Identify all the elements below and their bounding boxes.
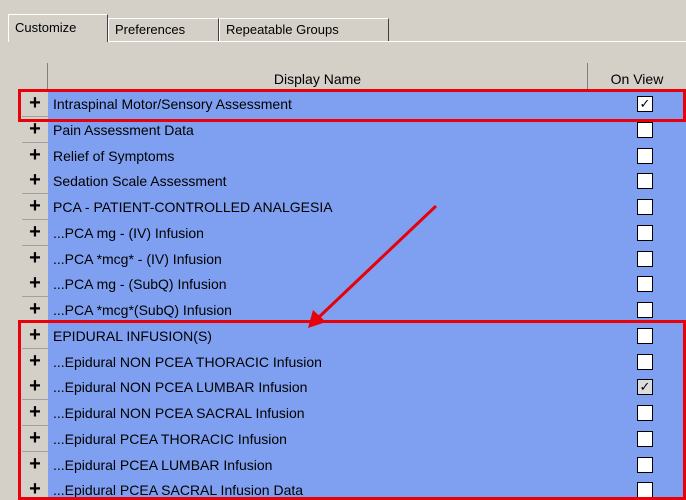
on-view-checkbox[interactable]: [637, 302, 653, 318]
header-corner: [22, 63, 48, 89]
expand-button[interactable]: +: [22, 425, 48, 452]
table-row[interactable]: + ...PCA mg - (SubQ) Infusion: [22, 271, 686, 298]
table-row[interactable]: + ...Epidural PCEA THORACIC Infusion: [22, 425, 686, 452]
expand-button[interactable]: +: [22, 142, 48, 169]
table-row[interactable]: + ...PCA *mcg*(SubQ) Infusion: [22, 297, 686, 323]
row-display-name: ...Epidural PCEA SACRAL Infusion Data: [53, 482, 304, 499]
expand-button[interactable]: +: [22, 194, 48, 220]
expand-button[interactable]: +: [22, 168, 48, 195]
table-row[interactable]: + ...Epidural NON PCEA LUMBAR Infusion ✓: [22, 374, 686, 401]
expand-button[interactable]: +: [22, 400, 48, 426]
table-row[interactable]: + Relief of Symptoms: [22, 142, 686, 169]
expand-button[interactable]: +: [22, 477, 48, 500]
expand-button[interactable]: +: [22, 322, 48, 349]
on-view-checkbox[interactable]: [637, 250, 653, 267]
check-mark-icon: ✓: [639, 96, 651, 111]
tab-divider: [8, 41, 686, 42]
row-display-name: Sedation Scale Assessment: [53, 173, 227, 190]
expand-button[interactable]: +: [22, 374, 48, 401]
on-view-checkbox[interactable]: [637, 456, 653, 473]
on-view-checkbox[interactable]: [637, 173, 653, 190]
row-display-name: ...Epidural PCEA THORACIC Infusion: [53, 430, 287, 447]
on-view-checkbox[interactable]: [637, 224, 653, 241]
table-row[interactable]: + ...Epidural NON PCEA THORACIC Infusion: [22, 348, 686, 375]
on-view-checkbox[interactable]: ✓: [637, 96, 653, 112]
row-display-name: ...Epidural NON PCEA LUMBAR Infusion: [53, 379, 308, 396]
row-display-name: ...Epidural NON PCEA THORACIC Infusion: [53, 353, 322, 370]
table-row[interactable]: + Pain Assessment Data: [22, 116, 686, 143]
display-grid: Display Name On View + Intraspinal Motor/…: [22, 63, 686, 500]
on-view-checkbox[interactable]: [637, 353, 653, 370]
expand-button[interactable]: +: [22, 116, 48, 143]
row-display-name: EPIDURAL INFUSION(S): [53, 327, 212, 344]
expand-button[interactable]: +: [22, 91, 48, 117]
row-display-name: ...Epidural NON PCEA SACRAL Infusion: [53, 405, 305, 421]
grid-header: Display Name On View: [22, 63, 686, 90]
column-header-display-name[interactable]: Display Name: [48, 63, 588, 89]
on-view-checkbox[interactable]: [637, 482, 653, 499]
row-display-name: ...Epidural PCEA LUMBAR Infusion: [53, 456, 273, 473]
expand-button[interactable]: +: [22, 348, 48, 375]
row-display-name: Intraspinal Motor/Sensory Assessment: [53, 96, 292, 112]
table-row[interactable]: + ...Epidural PCEA SACRAL Infusion Data: [22, 477, 686, 500]
tab-repeatable-groups[interactable]: Repeatable Groups: [219, 18, 389, 41]
table-row[interactable]: + ...Epidural PCEA LUMBAR Infusion: [22, 451, 686, 478]
row-display-name: ...PCA *mcg*(SubQ) Infusion: [53, 302, 232, 318]
row-display-name: ...PCA *mcg* - (IV) Infusion: [53, 250, 222, 267]
row-display-name: Pain Assessment Data: [53, 121, 194, 138]
row-display-name: Relief of Symptoms: [53, 147, 175, 164]
table-row[interactable]: + ...PCA mg - (IV) Infusion: [22, 219, 686, 246]
check-mark-icon: ✓: [639, 379, 651, 395]
expand-button[interactable]: +: [22, 219, 48, 246]
on-view-checkbox[interactable]: ✓: [637, 379, 653, 396]
table-row[interactable]: + PCA - PATIENT-CONTROLLED ANALGESIA: [22, 194, 686, 220]
table-row[interactable]: + Intraspinal Motor/Sensory Assessment ✓: [22, 91, 686, 117]
expand-button[interactable]: +: [22, 451, 48, 478]
on-view-checkbox[interactable]: [637, 405, 653, 421]
expand-button[interactable]: +: [22, 297, 48, 323]
expand-button[interactable]: +: [22, 245, 48, 272]
table-row[interactable]: + Sedation Scale Assessment: [22, 168, 686, 195]
on-view-checkbox[interactable]: [637, 430, 653, 447]
table-row[interactable]: + ...PCA *mcg* - (IV) Infusion: [22, 245, 686, 272]
row-display-name: ...PCA mg - (SubQ) Infusion: [53, 276, 227, 293]
tab-customize[interactable]: Customize: [8, 14, 108, 42]
on-view-checkbox[interactable]: [637, 199, 653, 215]
tab-preferences[interactable]: Preferences: [108, 18, 219, 41]
on-view-checkbox[interactable]: [637, 121, 653, 138]
column-header-on-view[interactable]: On View: [588, 63, 686, 89]
table-row[interactable]: + ...Epidural NON PCEA SACRAL Infusion: [22, 400, 686, 426]
expand-button[interactable]: +: [22, 271, 48, 298]
table-row[interactable]: + EPIDURAL INFUSION(S): [22, 322, 686, 349]
on-view-checkbox[interactable]: [637, 327, 653, 344]
on-view-checkbox[interactable]: [637, 147, 653, 164]
row-display-name: PCA - PATIENT-CONTROLLED ANALGESIA: [53, 199, 333, 215]
row-display-name: ...PCA mg - (IV) Infusion: [53, 224, 204, 241]
on-view-checkbox[interactable]: [637, 276, 653, 293]
